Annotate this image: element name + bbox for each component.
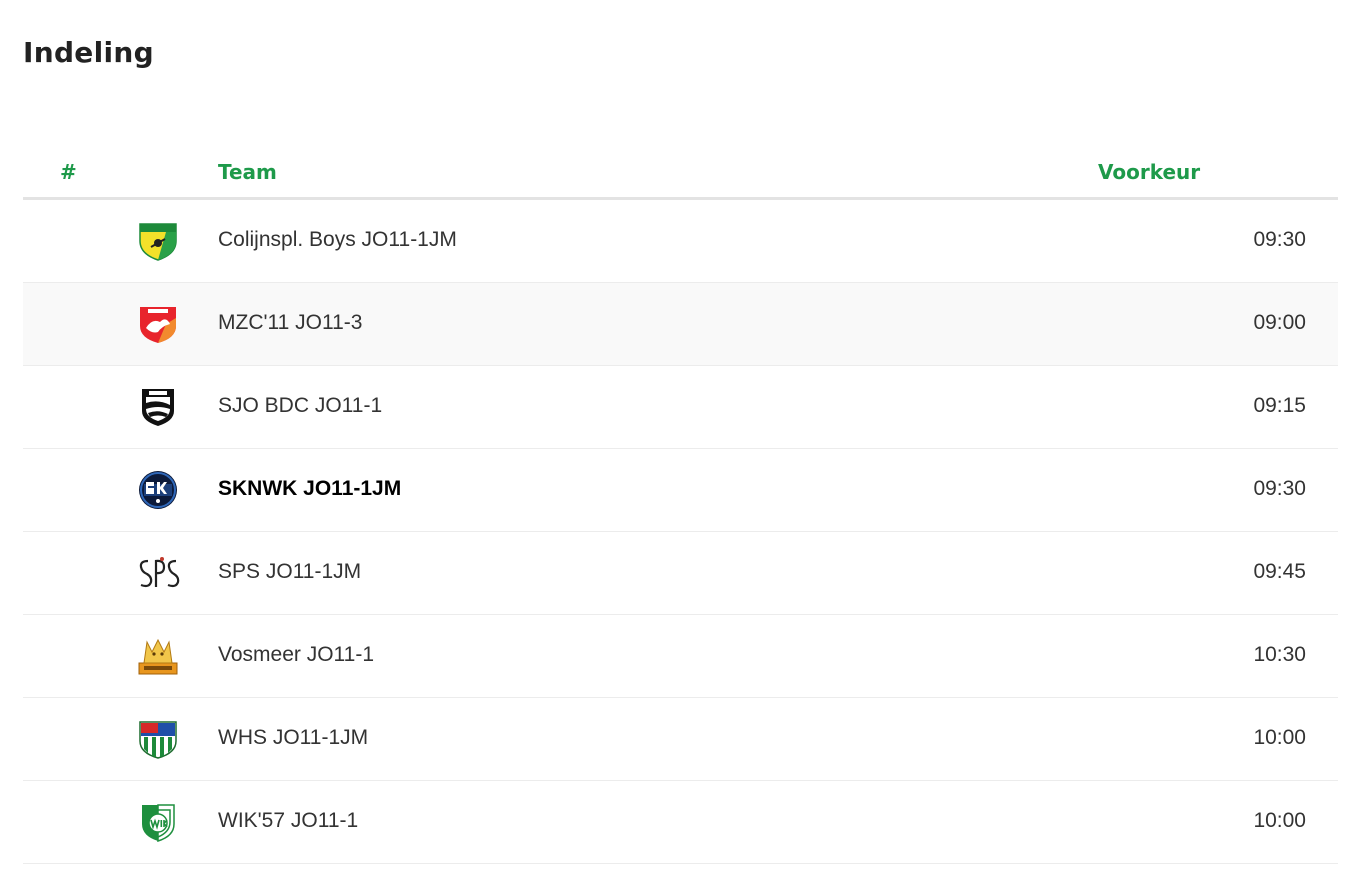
preference-time: 10:00 [1253, 809, 1306, 832]
team-name[interactable]: MZC'11 JO11-3 [218, 311, 362, 335]
team-name[interactable]: WIK'57 JO11-1 [218, 809, 358, 833]
vosmeer-logo-icon [136, 636, 180, 676]
table-header: # Team Voorkeur [23, 145, 1338, 200]
preference-time: 09:30 [1253, 477, 1306, 500]
wik57-logo-icon [136, 802, 180, 842]
sknwk-logo-icon [136, 470, 180, 510]
sps-logo-icon [136, 553, 180, 593]
team-name[interactable]: Colijnspl. Boys JO11-1JM [218, 228, 457, 252]
table-row[interactable]: SKNWK JO11-1JM 09:30 [23, 449, 1338, 532]
table-row[interactable]: WIK'57 JO11-1 10:00 [23, 781, 1338, 864]
table-row[interactable]: MZC'11 JO11-3 09:00 [23, 283, 1338, 366]
team-name[interactable]: WHS JO11-1JM [218, 726, 368, 750]
indeling-page: Indeling # Team Voorkeur Colijnspl. Boys… [0, 0, 1362, 894]
whs-logo-icon [136, 719, 180, 759]
colijnsplaat-boys-logo-icon [136, 221, 180, 261]
sjo-bdc-logo-icon [136, 387, 180, 427]
preference-time: 09:15 [1253, 394, 1306, 417]
team-name[interactable]: Vosmeer JO11-1 [218, 643, 374, 667]
table-row[interactable]: SJO BDC JO11-1 09:15 [23, 366, 1338, 449]
column-header-team[interactable]: Team [218, 160, 277, 184]
preference-time: 10:00 [1253, 726, 1306, 749]
preference-time: 10:30 [1253, 643, 1306, 666]
column-header-rank[interactable]: # [60, 160, 77, 184]
table-row[interactable]: Colijnspl. Boys JO11-1JM 09:30 [23, 200, 1338, 283]
column-header-preference[interactable]: Voorkeur [1098, 160, 1200, 184]
table-row[interactable]: SPS JO11-1JM 09:45 [23, 532, 1338, 615]
preference-time: 09:45 [1253, 560, 1306, 583]
preference-time: 09:00 [1253, 311, 1306, 334]
standings-table: # Team Voorkeur Colijnspl. Boys JO11-1JM… [23, 145, 1338, 864]
preference-time: 09:30 [1253, 228, 1306, 251]
page-title: Indeling [23, 36, 154, 69]
mzc11-logo-icon [136, 304, 180, 344]
team-name[interactable]: SKNWK JO11-1JM [218, 477, 401, 501]
table-row[interactable]: Vosmeer JO11-1 10:30 [23, 615, 1338, 698]
team-name[interactable]: SJO BDC JO11-1 [218, 394, 382, 418]
team-name[interactable]: SPS JO11-1JM [218, 560, 361, 584]
table-row[interactable]: WHS JO11-1JM 10:00 [23, 698, 1338, 781]
